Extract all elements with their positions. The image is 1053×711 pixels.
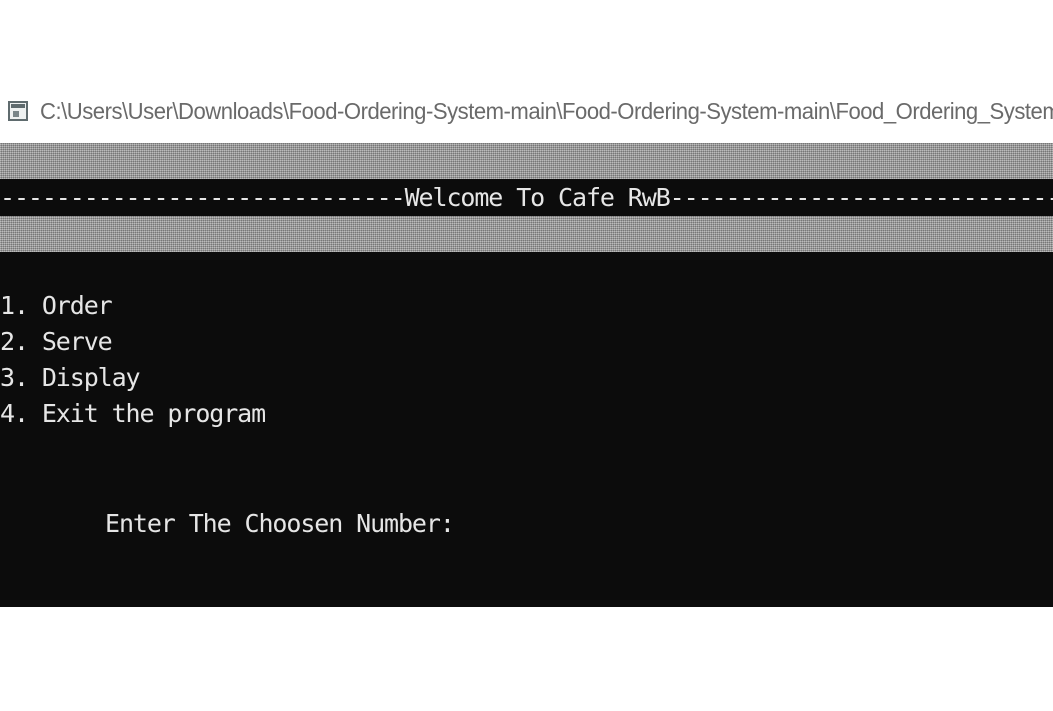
menu-item-display: 3. Display bbox=[0, 363, 141, 392]
window-titlebar[interactable]: C:\Users\User\Downloads\Food-Ordering-Sy… bbox=[0, 90, 1053, 136]
console-area[interactable]: -----------------------------Welcome To … bbox=[0, 143, 1053, 607]
main-menu: 1. Order 2. Serve 3. Display 4. Exit the… bbox=[0, 288, 266, 432]
window-title: C:\Users\User\Downloads\Food-Ordering-Sy… bbox=[40, 98, 1053, 124]
page: C:\Users\User\Downloads\Food-Ordering-Sy… bbox=[0, 0, 1053, 711]
choice-prompt: Enter The Choosen Number: bbox=[105, 509, 455, 538]
banner-top-band bbox=[0, 143, 1053, 179]
menu-item-order: 1. Order bbox=[0, 291, 113, 320]
welcome-banner: -----------------------------Welcome To … bbox=[0, 183, 1053, 212]
banner-bottom-band bbox=[0, 216, 1053, 252]
menu-item-serve: 2. Serve bbox=[0, 327, 113, 356]
console-window-icon[interactable] bbox=[8, 101, 28, 121]
menu-item-exit: 4. Exit the program bbox=[0, 399, 266, 428]
